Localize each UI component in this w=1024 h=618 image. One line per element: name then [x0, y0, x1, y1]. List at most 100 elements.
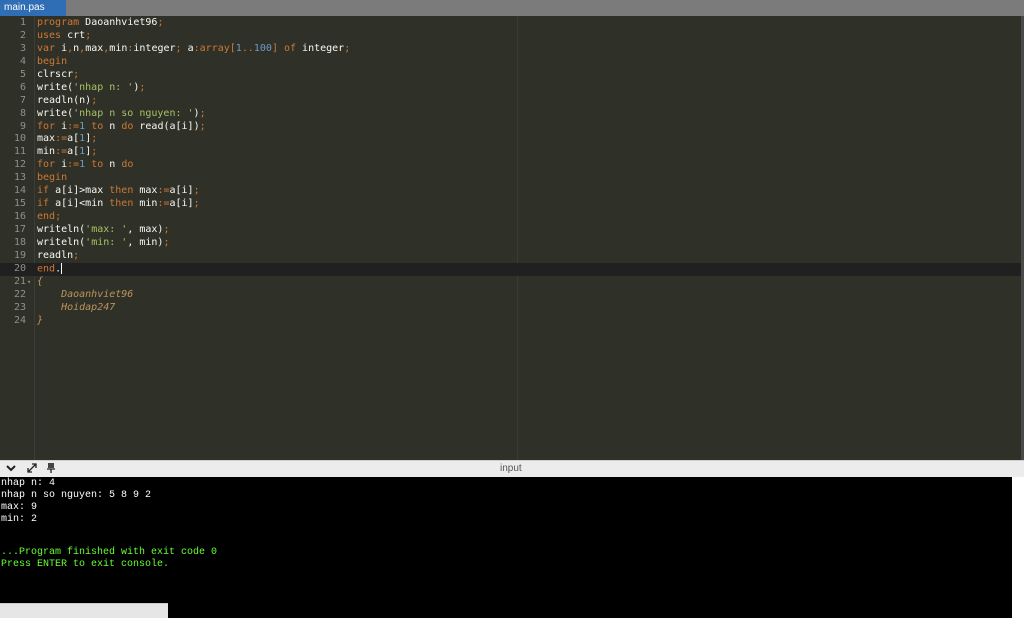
code-line: 21 ▾ {	[0, 276, 1021, 289]
code-token: ;	[85, 29, 92, 41]
tab-main-pas[interactable]: main.pas	[0, 0, 66, 16]
online-ide-window: main.pas 1 program Daoanhviet96; 2 uses crt…	[0, 0, 1024, 618]
console-line: max: 9	[1, 502, 38, 513]
code-lines: 1 program Daoanhviet96; 2 uses crt; 3 var i,n…	[0, 17, 1021, 328]
fold-toggle-icon[interactable]: ▾	[27, 276, 33, 289]
code-line: 12 for i:=1 to n do	[0, 159, 1021, 172]
line-number: 23	[13, 301, 26, 313]
code-token: writeln(	[37, 224, 86, 235]
press-enter-line: Press ENTER to exit console.	[1, 559, 170, 570]
code-token: max	[85, 42, 104, 54]
code-token: 'nhap n: '	[73, 81, 134, 93]
pin-icon[interactable]	[44, 462, 58, 476]
line-number: 6	[19, 81, 26, 93]
code-token: a[i]	[169, 185, 194, 197]
code-token: i	[55, 159, 68, 171]
code-token: ;	[193, 198, 200, 210]
line-number: 1	[19, 17, 26, 28]
console-line: nhap n so nguyen: 5 8 9 2	[1, 490, 152, 501]
code-token: a[	[67, 146, 80, 158]
code-token: crt	[61, 29, 86, 41]
code-token: integer	[133, 42, 176, 54]
chevron-down-icon[interactable]	[4, 462, 18, 476]
code-text: begin	[37, 172, 67, 185]
code-token: ;	[199, 107, 206, 119]
code-token: :=	[55, 146, 68, 158]
line-number: 21	[13, 275, 26, 287]
console-scrollbar[interactable]	[1012, 477, 1024, 618]
line-number: 20	[13, 262, 26, 274]
code-token: uses	[37, 29, 62, 41]
code-line: 17 writeln('max: ', max);	[0, 224, 1021, 237]
code-token: ;	[55, 211, 62, 223]
code-token: ;	[163, 236, 170, 248]
expand-icon[interactable]	[25, 462, 39, 476]
code-token: a[	[67, 133, 80, 145]
code-token: begin	[37, 55, 68, 67]
code-text: var i,n,max,min:integer; a:array[1..100]…	[37, 43, 350, 56]
code-text: for i:=1 to n do read(a[i]);	[37, 121, 206, 134]
code-token: read(a[i])	[133, 120, 200, 132]
code-line: 8 write('nhap n so nguyen: ');	[0, 108, 1021, 121]
code-token: end	[37, 263, 56, 275]
code-text: readln(n);	[37, 95, 97, 108]
line-number: 8	[19, 107, 26, 119]
code-token: min	[133, 198, 158, 210]
code-token: write(	[37, 81, 74, 93]
line-number: 19	[13, 249, 26, 261]
code-line: 19 readln;	[0, 250, 1021, 263]
code-token: :=	[55, 133, 68, 145]
line-number: 2	[19, 29, 26, 41]
code-token: 'nhap n so nguyen: '	[73, 107, 194, 119]
code-token: a[i]	[169, 198, 194, 210]
code-token: array	[199, 42, 230, 54]
code-line: 24}	[0, 315, 1021, 328]
code-text: end.	[37, 262, 63, 276]
code-token: :=	[67, 159, 80, 171]
code-text: writeln('min: ', min);	[37, 237, 169, 250]
code-text: begin	[37, 56, 67, 69]
code-token: a[i]<min	[49, 198, 104, 210]
input-label: input	[500, 463, 522, 474]
code-token: , min)	[127, 236, 164, 248]
code-text: {	[37, 276, 43, 289]
code-token: , max)	[127, 224, 164, 235]
line-number: 12	[13, 159, 26, 171]
code-token: if	[37, 185, 50, 197]
code-line: 4 begin	[0, 56, 1021, 69]
code-line: 2 uses crt;	[0, 30, 1021, 43]
code-token: Hoidap247	[37, 301, 116, 313]
code-line: 13 begin	[0, 172, 1021, 185]
code-token: ;	[91, 146, 98, 158]
code-token: ;	[199, 120, 206, 132]
line-number: 16	[13, 211, 26, 223]
code-token: ;	[193, 185, 200, 197]
horizontal-scrollbar[interactable]	[0, 603, 168, 618]
code-token: a	[181, 42, 194, 54]
code-text: uses crt;	[37, 30, 91, 43]
code-token: i	[55, 120, 68, 132]
code-line: 11 min:=a[1];	[0, 146, 1021, 159]
code-token: 'max: '	[85, 224, 128, 235]
line-number: 15	[13, 198, 26, 210]
console-output[interactable]: nhap n: 4 nhap n so nguyen: 5 8 9 2 max:…	[0, 477, 1012, 618]
code-token: program	[37, 17, 80, 28]
code-text: readln;	[37, 250, 79, 263]
line-number: 24	[13, 314, 26, 326]
code-token: 100	[253, 42, 272, 54]
code-line: 22 Daoanhviet96	[0, 289, 1021, 302]
line-number: 11	[13, 146, 26, 158]
code-token: ;	[73, 249, 80, 261]
code-line: 18 writeln('min: ', min);	[0, 237, 1021, 250]
code-token: :=	[67, 120, 80, 132]
code-editor[interactable]: 1 program Daoanhviet96; 2 uses crt; 3 var i,n…	[0, 16, 1024, 460]
code-line: 16 end;	[0, 211, 1021, 224]
code-token: var	[37, 42, 56, 54]
code-token: end	[37, 211, 56, 223]
code-token: min	[109, 42, 128, 54]
code-token: }	[37, 314, 44, 326]
code-token: :=	[157, 198, 170, 210]
exit-status-line: ...Program finished with exit code 0	[1, 547, 218, 558]
line-number: 4	[19, 55, 26, 67]
code-text: if a[i]<min then min:=a[i];	[37, 198, 200, 211]
